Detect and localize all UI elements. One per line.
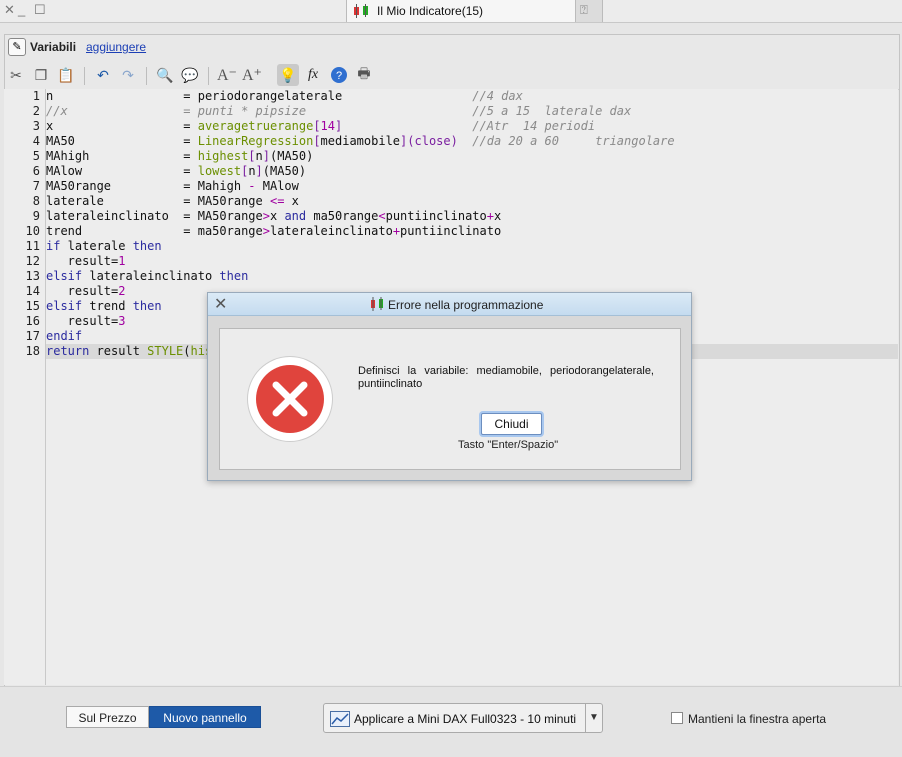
print-icon[interactable]: 🖶 bbox=[353, 64, 375, 86]
apply-label: Applicare a Mini DAX Full0323 - 10 minut… bbox=[354, 712, 577, 726]
checkbox-box[interactable] bbox=[671, 712, 683, 724]
tab-label: Il Mio Indicatore(15) bbox=[377, 4, 484, 18]
line-number: 11 bbox=[25, 239, 40, 253]
title-bar: ✕ _ ☐ Il Mio Indicatore(15) ⍰ bbox=[0, 0, 902, 23]
error-dialog: ✕ Errore nella programmazione Definisci … bbox=[207, 292, 692, 481]
tab-indicator[interactable]: Il Mio Indicatore(15) bbox=[346, 0, 576, 22]
dialog-title-bar: ✕ Errore nella programmazione bbox=[208, 293, 691, 316]
new-panel-button[interactable]: Nuovo pannello bbox=[149, 706, 261, 728]
on-price-button[interactable]: Sul Prezzo bbox=[66, 706, 149, 728]
editor-toolbar: ✂ ❐ 📋 ↶ ↷ 🔍 💬 A⁻ A⁺ 💡 fx ? 🖶 bbox=[5, 61, 899, 90]
close-window-icon[interactable]: ✕ bbox=[4, 2, 15, 18]
line-number: 13 bbox=[25, 269, 40, 283]
panel-title: Variabili bbox=[30, 40, 77, 54]
line-number: 1 bbox=[32, 89, 40, 103]
line-number: 9 bbox=[32, 209, 40, 223]
line-number: 5 bbox=[32, 149, 40, 163]
close-icon[interactable]: ✕ bbox=[214, 294, 227, 314]
line-number: 14 bbox=[25, 284, 40, 298]
error-icon bbox=[248, 357, 332, 441]
code-line[interactable]: MAhigh = highest[n](MA50) bbox=[46, 149, 313, 164]
line-number: 3 bbox=[32, 119, 40, 133]
copy-icon[interactable]: ❐ bbox=[30, 64, 52, 86]
undo-icon[interactable]: ↶ bbox=[92, 64, 114, 86]
keep-open-label: Mantieni la finestra aperta bbox=[688, 712, 827, 726]
decrease-font-icon[interactable]: A⁻ bbox=[216, 64, 238, 86]
candlestick-icon bbox=[369, 297, 385, 316]
code-line[interactable]: if laterale then bbox=[46, 239, 162, 254]
code-line[interactable]: x = averagetruerange[14] //Atr 14 period… bbox=[46, 119, 595, 134]
toolbar-separator bbox=[146, 67, 147, 85]
maximize-window-icon[interactable]: ☐ bbox=[34, 2, 46, 18]
dialog-title: Errore nella programmazione bbox=[388, 298, 544, 312]
toolbar-separator bbox=[84, 67, 85, 85]
code-line[interactable]: MA50 = LinearRegression[mediamobile](clo… bbox=[46, 134, 675, 149]
svg-text:?: ? bbox=[336, 70, 342, 82]
comment-icon[interactable]: 💬 bbox=[179, 64, 201, 86]
wrench-icon: ✎ bbox=[8, 38, 26, 56]
code-line[interactable]: endif bbox=[46, 329, 82, 344]
error-message: Definisci la variabile: mediamobile, per… bbox=[358, 365, 654, 390]
paste-icon[interactable]: 📋 bbox=[55, 64, 77, 86]
code-line[interactable]: laterale = MA50range <= x bbox=[46, 194, 299, 209]
code-line[interactable]: trend = ma50range>lateraleinclinato+punt… bbox=[46, 224, 501, 239]
code-line[interactable]: return result STYLE(his bbox=[46, 344, 212, 359]
tab-help[interactable]: ⍰ bbox=[576, 0, 603, 22]
code-line[interactable]: lateraleinclinato = MA50range>x and ma50… bbox=[46, 209, 501, 224]
keep-window-open-checkbox[interactable]: Mantieni la finestra aperta bbox=[671, 712, 826, 726]
code-line[interactable]: result=3 bbox=[46, 314, 126, 329]
code-line[interactable]: result=1 bbox=[46, 254, 126, 269]
help-icon: ⍰ bbox=[580, 2, 588, 17]
help-circle-icon[interactable]: ? bbox=[328, 64, 350, 86]
code-line[interactable]: n = periodorangelaterale //4 dax bbox=[46, 89, 523, 104]
keyboard-hint: Tasto "Enter/Spazio" bbox=[458, 439, 559, 451]
code-line[interactable]: //x = punti * pipsize //5 a 15 laterale … bbox=[46, 104, 631, 119]
code-line[interactable]: elsif trend then bbox=[46, 299, 162, 314]
line-number: 18 bbox=[25, 344, 40, 358]
line-number: 12 bbox=[25, 254, 40, 268]
search-icon[interactable]: 🔍 bbox=[154, 64, 176, 86]
increase-font-icon[interactable]: A⁺ bbox=[241, 64, 263, 86]
lightbulb-icon[interactable]: 💡 bbox=[277, 64, 299, 86]
apply-button[interactable]: Applicare a Mini DAX Full0323 - 10 minut… bbox=[323, 703, 603, 733]
line-number: 8 bbox=[32, 194, 40, 208]
dialog-body: Definisci la variabile: mediamobile, per… bbox=[219, 328, 681, 470]
line-number: 2 bbox=[32, 104, 40, 118]
line-number: 16 bbox=[25, 314, 40, 328]
line-number: 4 bbox=[32, 134, 40, 148]
code-line[interactable]: result=2 bbox=[46, 284, 126, 299]
line-number-gutter: 1 2 3 4 5 6 7 8 9 10 11 12 13 14 15 16 17 18 bbox=[4, 89, 46, 685]
code-line[interactable]: MAlow = lowest[n](MA50) bbox=[46, 164, 306, 179]
bottom-bar: Sul Prezzo Nuovo pannello Applicare a Mi… bbox=[0, 686, 902, 757]
cut-icon[interactable]: ✂ bbox=[5, 64, 27, 86]
line-number: 17 bbox=[25, 329, 40, 343]
code-line[interactable]: elsif lateraleinclinato then bbox=[46, 269, 248, 284]
line-number: 15 bbox=[25, 299, 40, 313]
toolbar-separator bbox=[208, 67, 209, 85]
close-button[interactable]: Chiudi bbox=[481, 413, 542, 435]
add-variable-link[interactable]: aggiungere bbox=[86, 40, 146, 54]
function-icon[interactable]: fx bbox=[302, 64, 324, 86]
code-line[interactable]: MA50range = Mahigh - MAlow bbox=[46, 179, 299, 194]
redo-icon[interactable]: ↷ bbox=[117, 64, 139, 86]
chart-icon bbox=[330, 711, 350, 727]
line-number: 6 bbox=[32, 164, 40, 178]
chevron-down-icon[interactable]: ▼ bbox=[585, 704, 602, 732]
line-number: 10 bbox=[25, 224, 40, 238]
minimize-window-icon[interactable]: _ bbox=[18, 2, 25, 17]
panel-header: ✎ Variabili aggiungere bbox=[5, 35, 899, 59]
candlestick-icon bbox=[351, 4, 371, 23]
line-number: 7 bbox=[32, 179, 40, 193]
